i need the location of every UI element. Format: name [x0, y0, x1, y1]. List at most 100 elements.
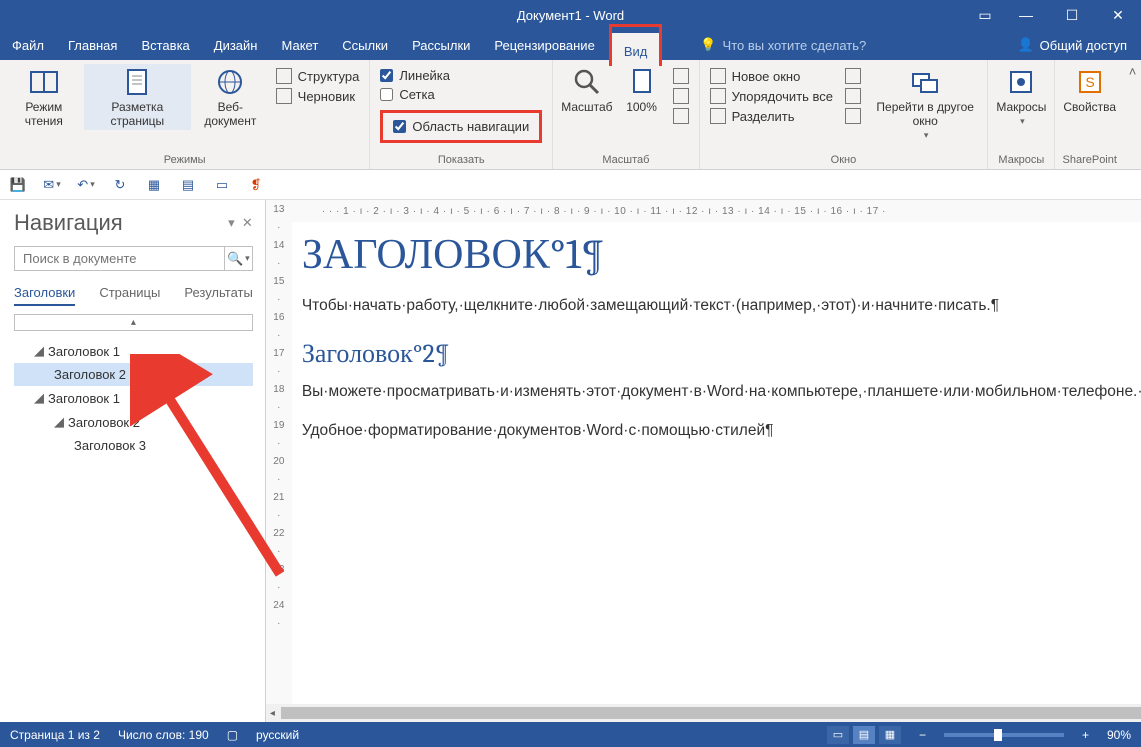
switch-windows-button[interactable]: Перейти в другое окно▾ — [867, 64, 983, 143]
gridlines-checkbox[interactable]: Сетка — [380, 87, 542, 102]
zoom-out-icon[interactable]: − — [919, 728, 926, 742]
redo-icon[interactable]: ↻ — [112, 177, 128, 193]
group-label-macros: Макросы — [992, 152, 1050, 169]
tab-file[interactable]: Файл — [0, 30, 56, 60]
scroll-left-icon[interactable]: ◂ — [266, 708, 279, 719]
tab-layout[interactable]: Макет — [269, 30, 330, 60]
web-layout-shortcut[interactable]: ▦ — [879, 726, 901, 744]
doc-paragraph[interactable]: Удобное·форматирование·документов·Word·с… — [302, 418, 1141, 444]
print-layout-shortcut[interactable]: ▤ — [853, 726, 875, 744]
navigation-pane-checkbox[interactable]: Область навигации — [380, 110, 542, 143]
tab-references[interactable]: Ссылки — [330, 30, 400, 60]
side-by-side-button[interactable] — [845, 68, 861, 84]
side-by-side-icon — [845, 68, 861, 84]
ribbon-display-options-icon[interactable]: ▭ — [967, 0, 1003, 30]
scrollbar-thumb[interactable] — [281, 707, 1141, 719]
close-icon[interactable]: ✕ — [1095, 0, 1141, 30]
sync-scroll-button[interactable] — [845, 88, 861, 104]
doc-paragraph[interactable]: Вы·можете·просматривать·и·изменять·этот·… — [302, 379, 1141, 405]
magnifier-icon — [571, 66, 603, 98]
zoom-button[interactable]: Масштаб — [557, 64, 616, 116]
arrange-all-button[interactable]: Упорядочить все — [710, 88, 833, 104]
tab-view[interactable]: Вид — [612, 33, 660, 69]
share-button[interactable]: 👤 Общий доступ — [1003, 30, 1141, 60]
split-icon — [710, 108, 726, 124]
nav-pane-close-icon[interactable]: ✕ — [242, 215, 253, 230]
outline-view-button[interactable]: Структура — [276, 68, 360, 84]
reset-window-button[interactable] — [845, 108, 861, 124]
nav-collapse-bar[interactable]: ▴ — [14, 314, 253, 331]
navigation-pane: Навигация ▾ ✕ 🔍▾ Заголовки Страницы Резу… — [0, 200, 266, 722]
nav-tab-pages[interactable]: Страницы — [99, 285, 160, 306]
qat-icon-3[interactable]: ▭ — [214, 177, 230, 193]
doc-paragraph[interactable]: Чтобы·начать·работу,·щелкните·любой·заме… — [302, 293, 1141, 319]
macros-button[interactable]: Макросы▾ — [992, 64, 1050, 129]
print-layout-button[interactable]: Разметка страницы — [84, 64, 191, 130]
tree-item[interactable]: ◢Заголовок 1 — [14, 339, 253, 363]
ruler-checkbox[interactable]: Линейка — [380, 68, 542, 83]
view-shortcuts: ▭ ▤ ▦ — [827, 726, 901, 744]
nav-pane-dropdown-icon[interactable]: ▾ — [228, 215, 235, 230]
zoom-in-icon[interactable]: + — [1082, 728, 1089, 742]
tab-mailings[interactable]: Рассылки — [400, 30, 482, 60]
split-button[interactable]: Разделить — [710, 108, 833, 124]
spell-check-icon[interactable]: ▢ — [227, 728, 238, 742]
document-page[interactable]: ЗАГОЛОВОК°1¶ Чтобы·начать·работу,·щелкни… — [292, 222, 1141, 704]
nav-search-input[interactable] — [15, 247, 224, 270]
one-page-icon — [673, 68, 689, 84]
email-icon[interactable]: ✉▾ — [44, 177, 60, 193]
page-width-button[interactable] — [673, 108, 689, 124]
nav-pane-title: Навигация — [14, 210, 123, 236]
reset-window-icon — [845, 108, 861, 124]
tree-item[interactable]: Заголовок 3 — [14, 434, 253, 457]
vertical-ruler: 13·14·15·16·17·18·19·20·21·22·23·24· — [266, 200, 292, 704]
undo-icon[interactable]: ↶▾ — [78, 177, 94, 193]
tab-design[interactable]: Дизайн — [202, 30, 270, 60]
status-word-count[interactable]: Число слов: 190 — [118, 728, 209, 742]
qat-icon-4[interactable]: ❡ — [248, 177, 264, 193]
group-label-show: Показать — [374, 152, 548, 169]
nav-tab-headings[interactable]: Заголовки — [14, 285, 75, 306]
web-layout-button[interactable]: Веб-документ — [191, 64, 270, 130]
page-width-icon — [673, 108, 689, 124]
tree-item[interactable]: ◢Заголовок 2 — [14, 410, 253, 434]
qat-icon-1[interactable]: ▦ — [146, 177, 162, 193]
lightbulb-icon: 💡 — [700, 37, 716, 53]
status-page[interactable]: Страница 1 из 2 — [10, 728, 100, 742]
draft-view-button[interactable]: Черновик — [276, 88, 360, 104]
minimize-icon[interactable]: — — [1003, 0, 1049, 30]
read-mode-button[interactable]: Режим чтения — [4, 64, 84, 130]
nav-tab-results[interactable]: Результаты — [184, 285, 252, 306]
tab-review[interactable]: Рецензирование — [482, 30, 606, 60]
tab-insert[interactable]: Вставка — [129, 30, 201, 60]
zoom-100-button[interactable]: 100% — [617, 64, 667, 116]
tree-item[interactable]: ◢Заголовок 1 — [14, 386, 253, 410]
chevron-down-icon: ◢ — [34, 390, 44, 406]
save-icon[interactable]: 💾 — [10, 177, 26, 193]
zoom-level[interactable]: 90% — [1107, 728, 1131, 742]
one-page-button[interactable] — [673, 68, 689, 84]
search-icon[interactable]: 🔍▾ — [224, 247, 252, 270]
read-mode-shortcut[interactable]: ▭ — [827, 726, 849, 744]
multi-page-button[interactable] — [673, 88, 689, 104]
new-window-button[interactable]: Новое окно — [710, 68, 833, 84]
doc-heading-2[interactable]: Заголовок°2¶ — [302, 339, 1141, 369]
tell-me-search[interactable]: 💡 Что вы хотите сделать? — [688, 30, 878, 60]
properties-button[interactable]: S Свойства — [1059, 64, 1120, 116]
nav-search-box[interactable]: 🔍▾ — [14, 246, 253, 271]
multi-page-icon — [673, 88, 689, 104]
nav-heading-tree: ◢Заголовок 1 Заголовок 2 ◢Заголовок 1 ◢З… — [14, 339, 253, 457]
ribbon-view: Режим чтения Разметка страницы Веб-докум… — [0, 60, 1141, 170]
maximize-icon[interactable]: ☐ — [1049, 0, 1095, 30]
chevron-down-icon: ◢ — [54, 414, 64, 430]
horizontal-scrollbar[interactable]: ◂ ▸ — [266, 704, 1141, 722]
zoom-slider[interactable] — [944, 733, 1064, 737]
slider-handle[interactable] — [994, 729, 1002, 741]
status-language[interactable]: русский — [256, 728, 299, 742]
tree-item[interactable]: Заголовок 2 — [14, 363, 253, 386]
tab-home[interactable]: Главная — [56, 30, 129, 60]
status-bar: Страница 1 из 2 Число слов: 190 ▢ русски… — [0, 722, 1141, 747]
doc-heading-1[interactable]: ЗАГОЛОВОК°1¶ — [302, 230, 1141, 279]
qat-icon-2[interactable]: ▤ — [180, 177, 196, 193]
collapse-ribbon-icon[interactable]: ˄ — [1124, 60, 1141, 169]
